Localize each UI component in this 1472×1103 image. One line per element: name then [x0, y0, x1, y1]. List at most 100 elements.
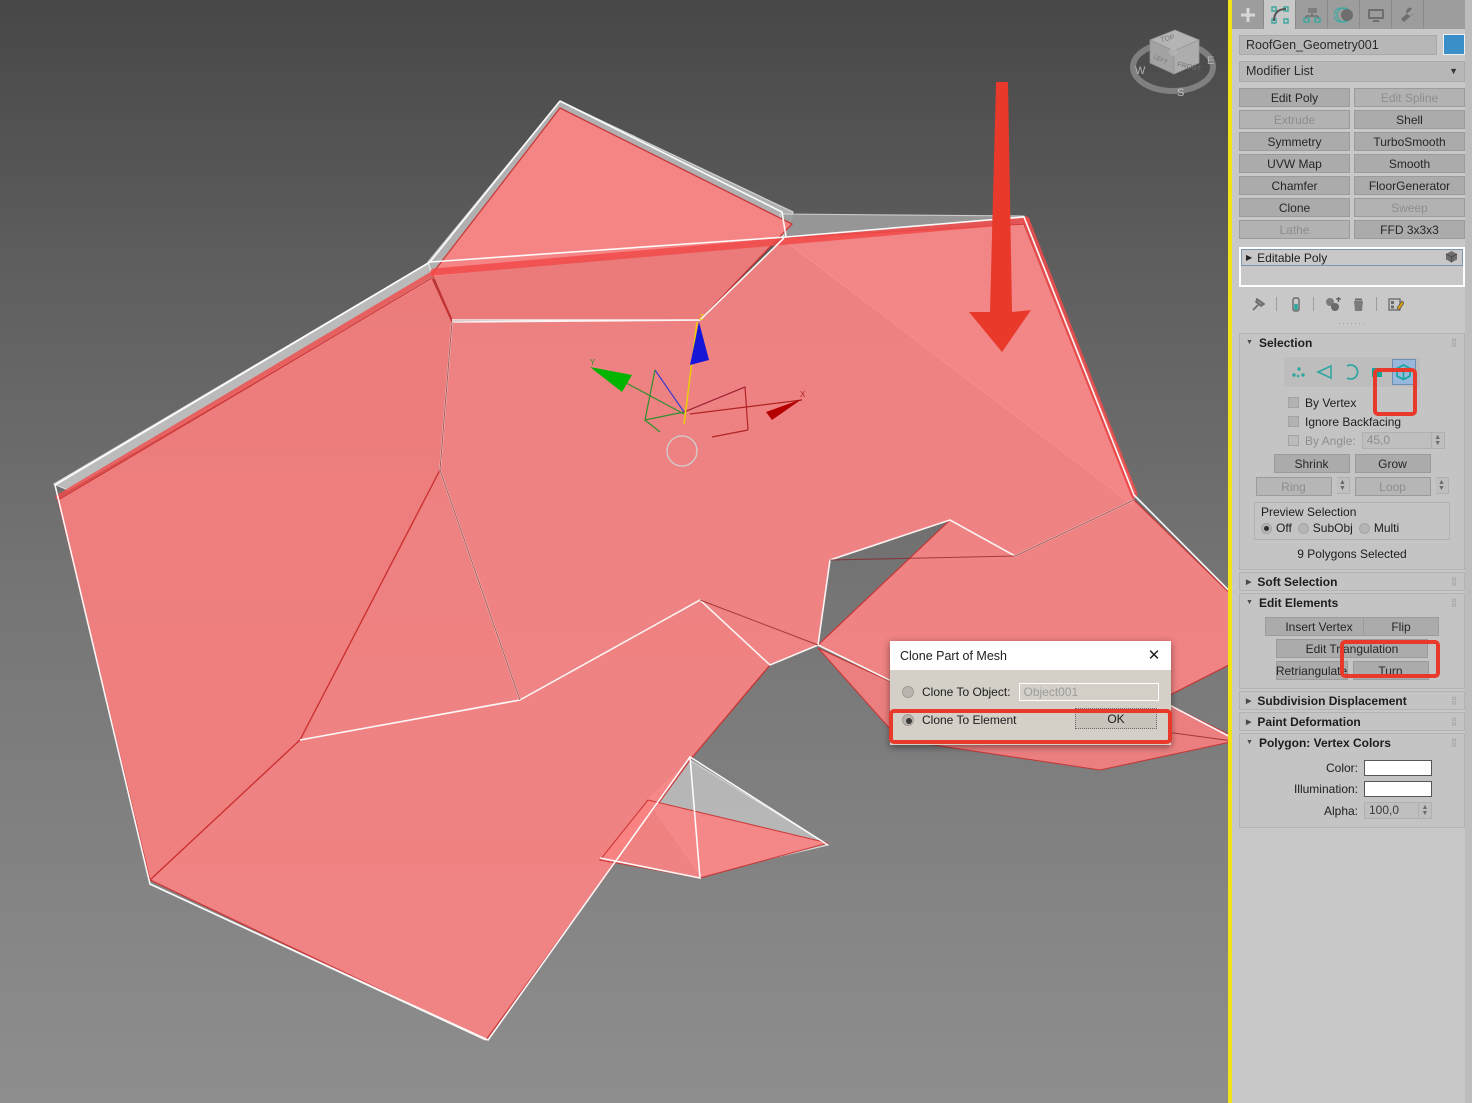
rollout-header-edit-elements[interactable]: ▼ Edit Elements ⣿: [1240, 594, 1464, 611]
shrink-button[interactable]: Shrink: [1273, 454, 1350, 473]
alpha-input[interactable]: 100,0: [1364, 802, 1419, 819]
tab-display[interactable]: [1360, 0, 1392, 29]
rollout-header-vertex-colors[interactable]: ▼ Polygon: Vertex Colors ⣿: [1240, 734, 1464, 751]
tab-utilities[interactable]: [1392, 0, 1424, 29]
illumination-swatch[interactable]: [1364, 781, 1432, 797]
command-panel-scrollbar[interactable]: [1465, 0, 1472, 1103]
rollout-header-selection[interactable]: ▼ Selection ⣿: [1240, 334, 1464, 351]
object-name-input[interactable]: RoofGen_Geometry001: [1239, 34, 1437, 55]
clone-to-object-radio[interactable]: [902, 686, 914, 698]
modifier-button-ffd-3x3x3[interactable]: FFD 3x3x3: [1354, 220, 1465, 239]
tab-modify[interactable]: [1264, 0, 1296, 29]
loop-spinner: ▲ ▼: [1435, 477, 1449, 494]
modifier-button-symmetry[interactable]: Symmetry: [1239, 132, 1350, 151]
preview-option-subobj[interactable]: SubObj: [1297, 521, 1353, 535]
stack-item-editable-poly[interactable]: ▶ Editable Poly: [1241, 249, 1463, 266]
rollout-body-vertex-colors: Color: Illumination: Alpha: 100,0 ▲ ▼: [1240, 751, 1464, 827]
object-name-row: RoofGen_Geometry001: [1239, 34, 1465, 55]
configure-modifier-sets-icon[interactable]: [1384, 294, 1406, 314]
ok-button[interactable]: OK: [1075, 708, 1157, 729]
sub-object-element-button[interactable]: [1391, 359, 1416, 385]
wrench-icon: [1400, 7, 1414, 22]
grow-button[interactable]: Grow: [1354, 454, 1431, 473]
modifier-button-clone[interactable]: Clone: [1239, 198, 1350, 217]
expand-arrow-icon: ▶: [1246, 718, 1252, 726]
collapse-arrow-icon: ▼: [1246, 339, 1253, 346]
preview-off-radio[interactable]: [1261, 522, 1272, 534]
plus-icon: [1240, 7, 1255, 22]
view-cube[interactable]: W S E TOP FRONT LEFT: [1125, 12, 1225, 112]
motion-icon: [1333, 6, 1353, 23]
by-vertex-checkbox[interactable]: [1288, 397, 1299, 408]
preview-subobj-radio[interactable]: [1297, 522, 1309, 534]
preview-option-off[interactable]: Off: [1261, 521, 1292, 535]
rollout-header-paint-deformation[interactable]: ▶ Paint Deformation ⣿: [1240, 713, 1464, 730]
modifier-button-extrude: Extrude: [1239, 110, 1350, 129]
clone-object-name-input[interactable]: Object001: [1018, 683, 1159, 701]
modifier-stack-toolbar: [1239, 287, 1465, 317]
modifier-button-shell[interactable]: Shell: [1354, 110, 1465, 129]
preview-option-multi[interactable]: Multi: [1358, 521, 1399, 535]
flip-button[interactable]: Flip: [1363, 617, 1439, 636]
preview-multi-radio[interactable]: [1358, 522, 1370, 534]
svg-text:Z: Z: [699, 313, 704, 322]
by-vertex-row[interactable]: By Vertex: [1246, 393, 1458, 412]
modifier-button-chamfer[interactable]: Chamfer: [1239, 176, 1350, 195]
box-icon: [1445, 250, 1458, 266]
rollout-title: Selection: [1258, 335, 1313, 350]
clone-to-element-radio[interactable]: [902, 714, 914, 726]
grip-icon: ⣿: [1451, 738, 1458, 747]
collapse-arrow-icon: ▼: [1246, 599, 1253, 606]
ignore-backfacing-row[interactable]: Ignore Backfacing: [1246, 412, 1458, 431]
command-panel-tabs: [1232, 0, 1472, 29]
remove-modifier-icon[interactable]: [1347, 294, 1369, 314]
ring-spinner: ▲ ▼: [1336, 477, 1350, 494]
tab-motion[interactable]: [1328, 0, 1360, 29]
by-angle-label: By Angle:: [1305, 433, 1356, 448]
tab-create[interactable]: [1232, 0, 1264, 29]
rollout-header-soft-selection[interactable]: ▶ Soft Selection ⣿: [1240, 573, 1464, 590]
rollout-vertex-colors: ▼ Polygon: Vertex Colors ⣿ Color: Illumi…: [1239, 733, 1465, 828]
command-panel-content: RoofGen_Geometry001 Modifier List ▼ Edit…: [1232, 29, 1472, 828]
by-angle-checkbox: [1288, 435, 1299, 446]
sub-object-vertex-button[interactable]: [1288, 359, 1312, 385]
insert-vertex-button[interactable]: Insert Vertex: [1265, 617, 1373, 636]
make-unique-icon[interactable]: [1321, 294, 1343, 314]
by-angle-row: By Angle: 45,0 ▲ ▼: [1246, 431, 1458, 450]
modifier-button-uvw-map[interactable]: UVW Map: [1239, 154, 1350, 173]
turn-button[interactable]: Turn: [1352, 661, 1429, 680]
retriangulate-button[interactable]: Retriangulate: [1275, 661, 1348, 680]
object-color-swatch[interactable]: [1443, 34, 1465, 55]
modifier-button-edit-poly[interactable]: Edit Poly: [1239, 88, 1350, 107]
ignore-backfacing-checkbox[interactable]: [1288, 416, 1299, 427]
sub-object-border-button[interactable]: [1340, 359, 1364, 385]
svg-text:Y: Y: [590, 358, 596, 367]
modifier-button-turbosmooth[interactable]: TurboSmooth: [1354, 132, 1465, 151]
clone-part-of-mesh-dialog[interactable]: Clone Part of Mesh ✕ Clone To Object: Ob…: [890, 641, 1171, 745]
preview-off-label: Off: [1276, 521, 1292, 535]
vertex-color-swatch[interactable]: [1364, 760, 1432, 776]
pin-stack-icon[interactable]: [1247, 294, 1269, 314]
rollout-title: Subdivision Displacement: [1257, 693, 1407, 708]
by-angle-input: 45,0: [1361, 432, 1432, 449]
modifier-list-dropdown[interactable]: Modifier List ▼: [1239, 61, 1465, 82]
rollout-grip[interactable]: ·······: [1239, 319, 1465, 329]
preview-selection-group: Preview Selection Off SubObj Multi: [1254, 502, 1450, 540]
grip-icon: ⣿: [1451, 598, 1458, 607]
modifier-button-smooth[interactable]: Smooth: [1354, 154, 1465, 173]
alpha-spinner[interactable]: ▲ ▼: [1419, 802, 1432, 819]
show-end-result-icon[interactable]: [1284, 294, 1306, 314]
edit-triangulation-button[interactable]: Edit Triangulation: [1276, 639, 1428, 658]
rollout-header-subdivision-displacement[interactable]: ▶ Subdivision Displacement ⣿: [1240, 692, 1464, 709]
tab-hierarchy[interactable]: [1296, 0, 1328, 29]
clone-to-object-row[interactable]: Clone To Object: Object001: [890, 678, 1171, 706]
viewport-perspective[interactable]: Z Y X W S E TOP FRONT LEFT: [0, 0, 1228, 1103]
expand-arrow-icon[interactable]: ▶: [1246, 253, 1252, 262]
modifier-button-floorgenerator[interactable]: FloorGenerator: [1354, 176, 1465, 195]
selection-status-text: 9 Polygons Selected: [1297, 547, 1407, 561]
sub-object-edge-button[interactable]: [1314, 359, 1338, 385]
close-icon[interactable]: ✕: [1143, 645, 1165, 667]
display-icon: [1367, 8, 1384, 22]
modifier-stack[interactable]: ▶ Editable Poly: [1239, 247, 1465, 287]
sub-object-polygon-button[interactable]: [1366, 359, 1390, 385]
